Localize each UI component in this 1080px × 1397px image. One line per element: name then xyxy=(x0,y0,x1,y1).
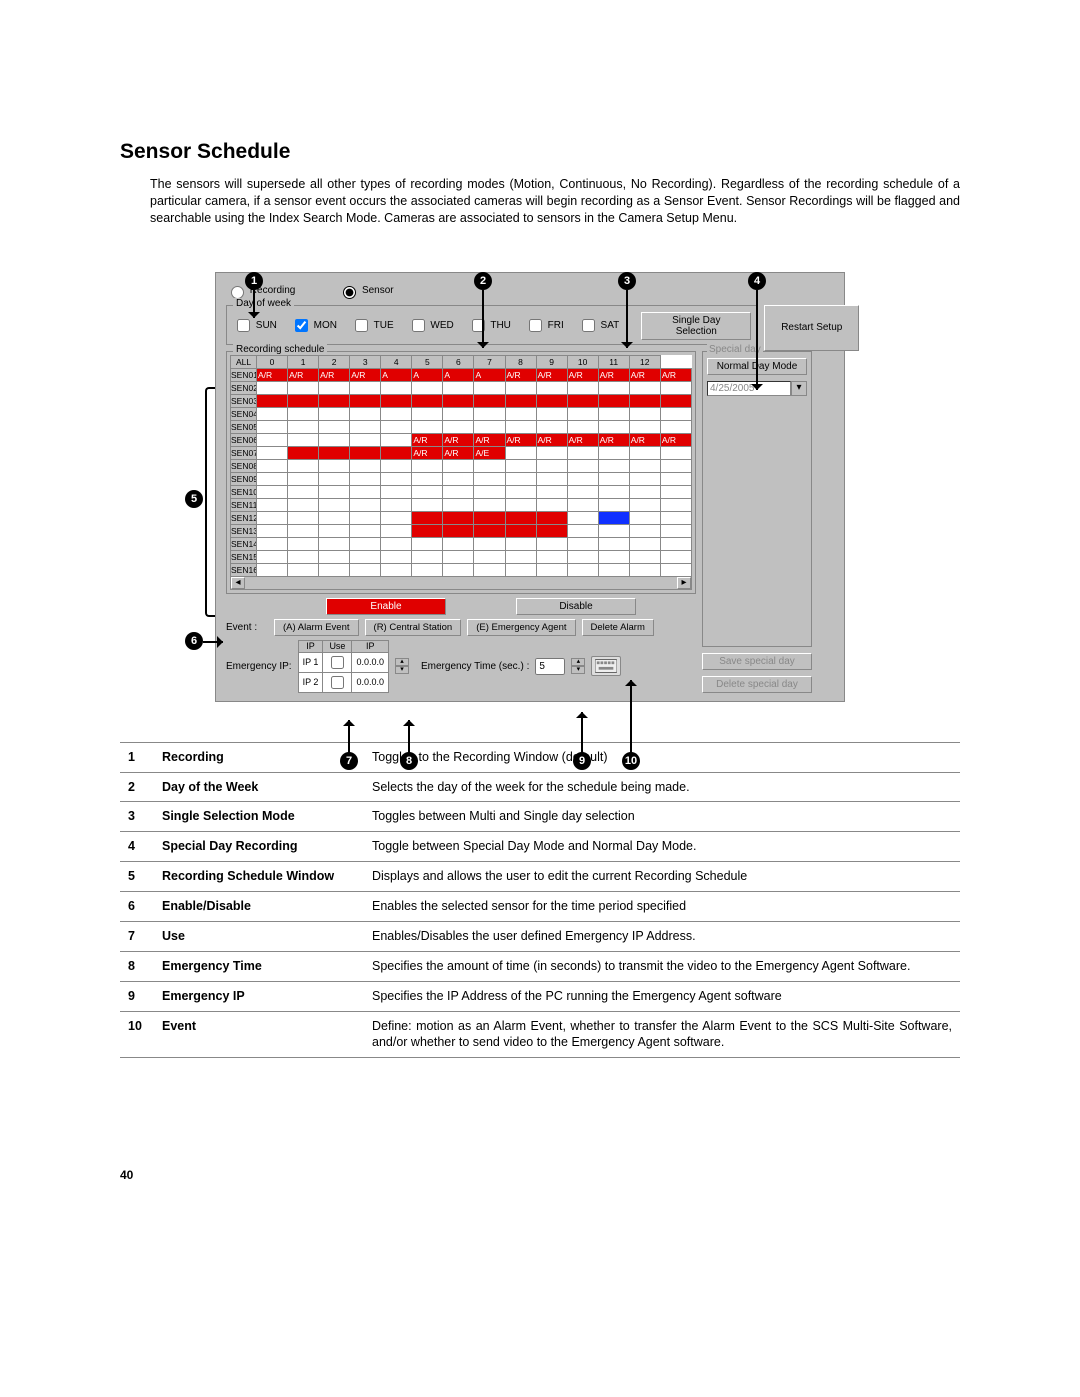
recording-radio[interactable]: Recording xyxy=(226,285,295,296)
legend-row: 6Enable/DisableEnables the selected sens… xyxy=(120,892,960,922)
schedule-row[interactable]: SEN05 xyxy=(231,420,692,433)
day-checkbox-fri[interactable]: FRI xyxy=(525,316,564,335)
legend-row: 1RecordingToggles to the Recording Windo… xyxy=(120,742,960,772)
save-special-day-button[interactable]: Save special day xyxy=(702,653,812,670)
event-label: Event : xyxy=(226,622,268,633)
sensor-radio[interactable]: Sensor xyxy=(338,285,393,296)
page-title: Sensor Schedule xyxy=(120,140,960,164)
schedule-row[interactable]: SEN03 xyxy=(231,394,692,407)
annotated-screenshot: 1 2 3 4 5 6 7 8 9 10 xyxy=(190,272,890,702)
ip-spinner[interactable]: ▴▾ xyxy=(395,658,409,674)
day-checkbox-wed[interactable]: WED xyxy=(408,316,454,335)
intro-paragraph: The sensors will supersede all other typ… xyxy=(150,176,960,227)
legend-row: 10EventDefine: motion as an Alarm Event,… xyxy=(120,1011,960,1058)
schedule-row[interactable]: SEN11 xyxy=(231,498,692,511)
schedule-panel: Recording Sensor Day of week SUN MON TUE… xyxy=(215,272,845,702)
emergency-time-label: Emergency Time (sec.) : xyxy=(421,661,529,672)
day-checkbox-tue[interactable]: TUE xyxy=(351,316,394,335)
normal-day-mode-button[interactable]: Normal Day Mode xyxy=(707,358,807,375)
legend-row: 3Single Selection ModeToggles between Mu… xyxy=(120,802,960,832)
special-date-input[interactable] xyxy=(707,381,791,396)
use-ip-checkbox[interactable] xyxy=(331,676,344,689)
schedule-row[interactable]: SEN10 xyxy=(231,485,692,498)
schedule-row[interactable]: SEN13 xyxy=(231,524,692,537)
central-station-button[interactable]: (R) Central Station xyxy=(365,619,462,636)
legend-row: 9Emergency IPSpecifies the IP Address of… xyxy=(120,981,960,1011)
single-day-selection-button[interactable]: Single Day Selection xyxy=(641,312,751,340)
schedule-row[interactable]: SEN02 xyxy=(231,381,692,394)
disable-button[interactable]: Disable xyxy=(516,598,636,615)
schedule-row[interactable]: SEN16 xyxy=(231,563,692,576)
legend-row: 2Day of the WeekSelects the day of the w… xyxy=(120,772,960,802)
schedule-row[interactable]: SEN01A/RA/RA/RA/RAAAAA/RA/RA/RA/RA/RA/R xyxy=(231,368,692,381)
emergency-time-input[interactable] xyxy=(535,658,565,675)
schedule-row[interactable]: SEN08 xyxy=(231,459,692,472)
emergency-ip-table[interactable]: IPUseIPIP 10.0.0.0IP 20.0.0.0 xyxy=(298,640,389,693)
schedule-row[interactable]: SEN07A/RA/RA/E xyxy=(231,446,692,459)
scroll-left-icon[interactable]: ◂ xyxy=(231,577,245,589)
emergency-time-spinner[interactable]: ▴▾ xyxy=(571,658,585,674)
alarm-event-button[interactable]: (A) Alarm Event xyxy=(274,619,359,636)
day-checkbox-sat[interactable]: SAT xyxy=(578,316,619,335)
legend-row: 7UseEnables/Disables the user defined Em… xyxy=(120,921,960,951)
horizontal-scrollbar[interactable]: ◂ ▸ xyxy=(230,576,692,590)
legend-row: 5Recording Schedule WindowDisplays and a… xyxy=(120,862,960,892)
schedule-grid[interactable]: ALL0123456789101112SEN01A/RA/RA/RA/RAAAA… xyxy=(230,355,692,577)
emergency-ip-row[interactable]: IP 20.0.0.0 xyxy=(298,672,388,692)
schedule-row[interactable]: SEN06A/RA/RA/RA/RA/RA/RA/RA/RA/R xyxy=(231,433,692,446)
day-checkbox-thu[interactable]: THU xyxy=(468,316,511,335)
legend-row: 4Special Day RecordingToggle between Spe… xyxy=(120,832,960,862)
special-day-legend: Special day xyxy=(707,344,763,355)
page-number: 40 xyxy=(120,1168,960,1182)
day-of-week-legend: Day of week xyxy=(233,298,294,309)
use-ip-checkbox[interactable] xyxy=(331,656,344,669)
emergency-ip-label: Emergency IP: xyxy=(226,661,292,672)
day-checkbox-sun[interactable]: SUN xyxy=(233,316,277,335)
schedule-row[interactable]: SEN09 xyxy=(231,472,692,485)
schedule-row[interactable]: SEN15 xyxy=(231,550,692,563)
recording-schedule-box: Recording schedule ALL0123456789101112SE… xyxy=(226,351,696,594)
emergency-agent-button[interactable]: (E) Emergency Agent xyxy=(467,619,575,636)
scroll-right-icon[interactable]: ▸ xyxy=(677,577,691,589)
day-checkbox-mon[interactable]: MON xyxy=(291,316,337,335)
schedule-row[interactable]: SEN14 xyxy=(231,537,692,550)
legend-row: 8Emergency TimeSpecifies the amount of t… xyxy=(120,951,960,981)
date-dropdown-icon[interactable]: ▾ xyxy=(791,381,807,396)
keyboard-icon[interactable] xyxy=(591,656,621,676)
restart-setup-button[interactable]: Restart Setup xyxy=(764,305,859,351)
delete-alarm-button[interactable]: Delete Alarm xyxy=(582,619,654,636)
enable-button[interactable]: Enable xyxy=(326,598,446,615)
emergency-ip-row[interactable]: IP 10.0.0.0 xyxy=(298,652,388,672)
delete-special-day-button[interactable]: Delete special day xyxy=(702,676,812,693)
schedule-row[interactable]: SEN04 xyxy=(231,407,692,420)
schedule-row[interactable]: SEN12 xyxy=(231,511,692,524)
legend-table: 1RecordingToggles to the Recording Windo… xyxy=(120,742,960,1059)
